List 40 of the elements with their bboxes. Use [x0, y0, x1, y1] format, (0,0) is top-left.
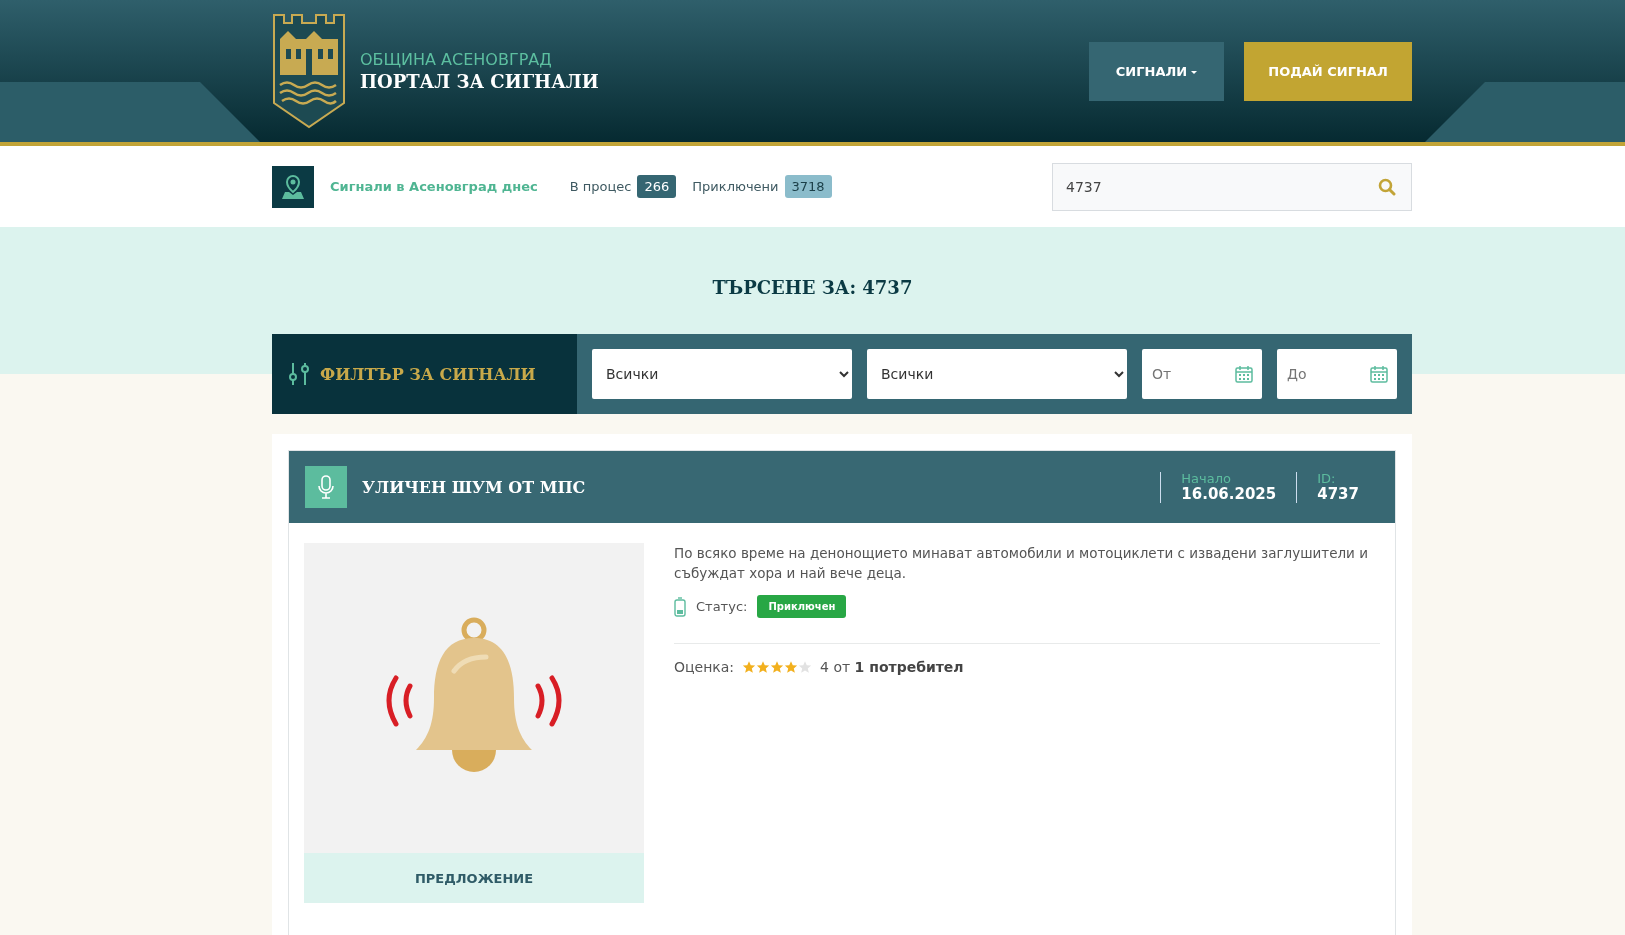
coat-of-arms-logo[interactable] — [272, 13, 346, 129]
id-label: ID: — [1317, 471, 1337, 486]
portal-title: ПОРТАЛ ЗА СИГНАЛИ — [360, 71, 599, 92]
filter-dropdown[interactable]: Всички — [867, 349, 1127, 399]
status-badge: Приключен — [757, 595, 847, 618]
star-icon — [770, 660, 785, 674]
microphone-icon — [305, 466, 347, 508]
sliders-icon — [288, 362, 310, 386]
star-icon — [784, 660, 799, 674]
category-label: ПРЕДЛОЖЕНИЕ — [304, 853, 644, 903]
star-icon — [798, 660, 813, 674]
rating-label: Оценка: — [674, 659, 735, 675]
filter-dropdown[interactable]: Всички — [592, 349, 852, 399]
counter-label: Приключени — [692, 179, 779, 194]
battery-icon — [674, 596, 686, 617]
counter-value: 266 — [637, 175, 677, 198]
start-label: Начало — [1181, 471, 1232, 486]
signals-menu-button[interactable]: СИГНАЛИ — [1089, 41, 1224, 101]
date-field[interactable]: До — [1277, 349, 1397, 399]
counter-label: В процес — [569, 179, 632, 194]
rating-text: 4 от 1 потребител — [820, 659, 964, 675]
location-pin-icon — [272, 165, 314, 208]
filter-title: ФИЛТЪР ЗА СИГНАЛИ — [320, 364, 536, 384]
counter-value: 3718 — [784, 175, 832, 198]
search-icon[interactable] — [1378, 177, 1396, 196]
signal-title[interactable]: УЛИЧЕН ШУМ ОТ МПС — [362, 477, 586, 497]
municipality-name: ОБЩИНА АСЕНОВГРАД — [360, 50, 553, 69]
start-date: 16.06.2025 — [1181, 485, 1277, 503]
stats-title: Сигнали в Асеновград днес — [330, 179, 538, 194]
search-field[interactable]: 4737 — [1052, 162, 1412, 211]
calendar-icon[interactable] — [1234, 364, 1254, 384]
signal-description: По всяко време на денонощието минават автомобили и мотоциклети с извадени заглушители и събуждат хора и най вече деца. — [674, 544, 1369, 583]
signal-id: 4737 — [1317, 485, 1359, 503]
calendar-icon[interactable] — [1369, 364, 1389, 384]
date-field[interactable]: От — [1142, 349, 1262, 399]
star-icon — [742, 660, 757, 674]
status-label: Статус: — [696, 599, 748, 614]
caret-icon — [1191, 70, 1198, 74]
search-heading: ТЪРСЕНЕ ЗА: 4737 — [711, 276, 914, 298]
star-icon — [756, 660, 771, 674]
